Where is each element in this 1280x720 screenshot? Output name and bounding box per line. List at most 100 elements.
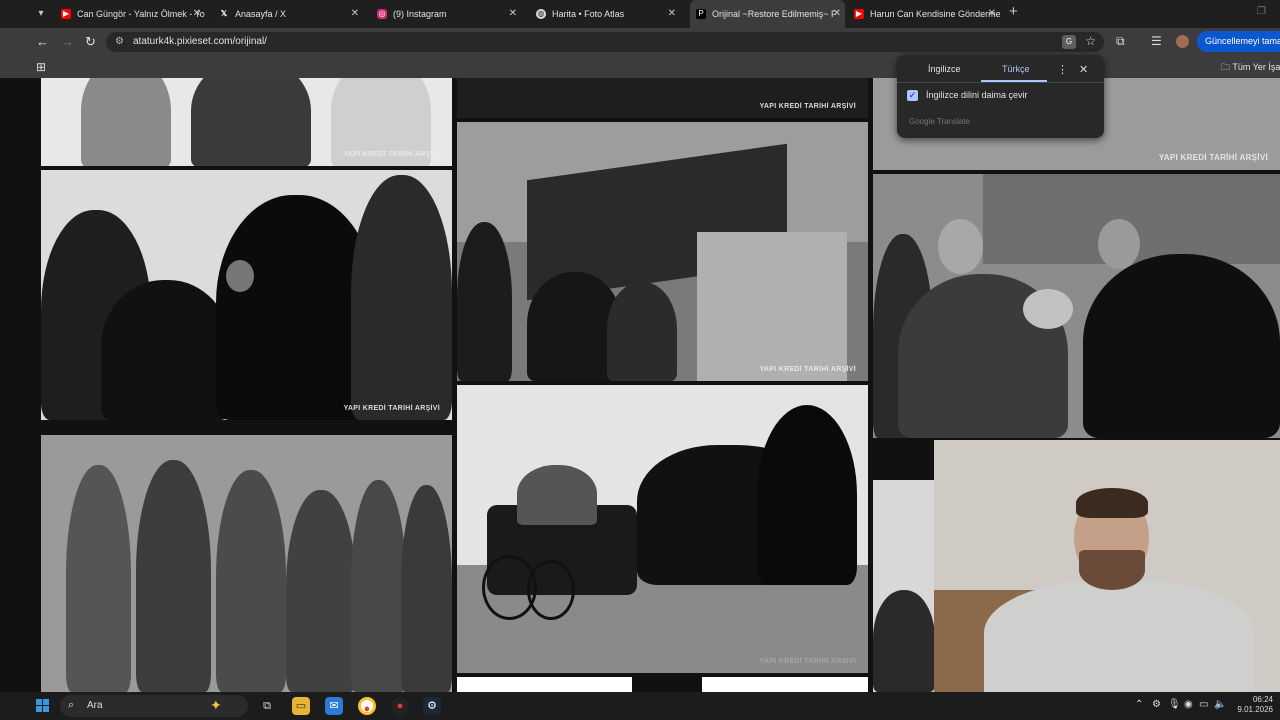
tab-title: Harita • Foto Atlas [552,9,625,19]
translate-tab-source[interactable]: İngilizce [928,64,961,74]
tab-title: (9) Instagram [393,9,447,19]
tray-app-icon[interactable]: ⚙ [1152,699,1161,710]
clock-date: 9.01.2026 [1237,705,1273,714]
task-view-icon[interactable]: ⧉ [258,697,276,715]
address-url[interactable]: ataturk4k.pixieset.com/orijinal/ [133,36,267,47]
x-icon: 𝕏 [220,9,228,18]
photo-hat [1023,289,1073,329]
close-tab-icon[interactable]: ✕ [193,0,201,28]
reading-list-icon[interactable]: ☰ [1151,34,1162,48]
gallery-photo-handshake[interactable] [873,174,1280,438]
tray-chevron-icon[interactable]: ⌃ [1135,699,1143,710]
close-tab-icon[interactable]: ✕ [988,0,996,28]
tab-youtube-can-gungor[interactable]: ▶ Can Güngör - Yalnız Ölmek - Yo ✕ [55,0,205,28]
youtube-icon: ▶ [854,9,864,19]
photo-watermark: YAPI KREDİ TARİHİ ARŞİVİ [759,658,856,665]
photo-figure-head [226,260,254,292]
close-tab-icon[interactable]: ✕ [351,0,359,28]
close-tab-icon[interactable]: ✕ [668,0,676,28]
photo-figure [216,470,286,692]
translate-popup: İngilizce Türkçe ⋮ ✕ ✓ İngilizce dilini … [897,55,1104,138]
minimize-window-icon[interactable]: ❐ [1257,6,1266,17]
google-translate-footer: Google Translate [909,117,970,126]
back-arrow-icon[interactable]: ← [36,34,49,50]
webcam-person-body [984,580,1254,698]
instagram-icon: ◎ [377,9,387,19]
gallery-photo-partial[interactable] [457,677,868,692]
photo-watermark: YAPI KREDİ TARİHİ ARŞİVİ [759,366,856,373]
app-icon[interactable]: ● [391,697,409,715]
apps-grid-icon[interactable]: ⊞ [36,60,46,74]
microphone-icon[interactable]: 🎙 [1168,699,1181,710]
tab-title: Can Güngör - Yalnız Ölmek - Yo [77,9,205,19]
profile-avatar[interactable] [1176,35,1189,48]
photo-figure [136,460,211,692]
tab-instagram[interactable]: ◎ (9) Instagram ✕ [371,0,521,28]
webcam-person-hair [1076,488,1148,518]
screen: ▾ ▶ Can Güngör - Yalnız Ölmek - Yo ✕ 𝕏 A… [0,0,1280,720]
more-options-icon[interactable]: ⋮ [1057,63,1068,76]
photo-figure [1083,254,1280,438]
translate-divider [897,82,1104,83]
photo-horse-head [757,405,857,585]
always-translate-checkbox[interactable]: ✓ [907,90,918,101]
photo-figure-head [938,219,983,274]
close-icon[interactable]: ✕ [1079,63,1088,76]
tab-title: Orijinal ~Restore Edilmemiş~ F [712,9,837,19]
chrome-icon[interactable]: ● [358,697,376,715]
new-tab-plus-icon[interactable]: + [1009,3,1018,20]
gallery-photo-ruined-house[interactable]: YAPI KREDİ TARİHİ ARŞİVİ [457,122,868,381]
taskbar-clock[interactable]: 06:24 9.01.2026 [1233,695,1273,715]
taskbar-search[interactable]: ⌕ Ara ✦ [60,695,248,717]
search-icon: ⌕ [68,699,75,711]
wifi-icon[interactable]: ◉ [1184,699,1193,710]
photo-figure [632,677,702,692]
photo-figure [81,78,171,166]
tab-orijinal-active[interactable]: P Orijinal ~Restore Edilmemiş~ F ✕ [690,0,845,28]
clock-time: 06:24 [1252,695,1273,704]
photo-figure [351,480,406,692]
photo-figure [191,78,311,166]
close-tab-icon[interactable]: ✕ [509,0,517,28]
forward-arrow-icon[interactable]: → [61,34,74,50]
bookmark-star-icon[interactable]: ☆ [1085,34,1096,48]
update-browser-button[interactable]: Güncellemeyi tamamla [1197,31,1280,52]
tab-x-home[interactable]: 𝕏 Anasayfa / X ✕ [213,0,363,28]
photo-house-wall [697,232,847,381]
windows-start-icon[interactable] [36,699,50,713]
gallery-photo-horse-carriage[interactable]: YAPI KREDİ TARİHİ ARŞİVİ [457,385,868,673]
translate-icon[interactable]: G [1062,35,1076,49]
display-icon[interactable]: ▭ [1199,699,1208,710]
webcam-overlay [934,440,1280,698]
address-bar[interactable]: ⚙ ataturk4k.pixieset.com/orijinal/ G ☆ [106,32,1104,52]
close-tab-icon[interactable]: ✕ [833,0,841,28]
volume-icon[interactable]: 🔈 [1214,699,1226,710]
outlook-icon[interactable]: ✉ [325,697,343,715]
photo-figure [401,485,452,692]
extensions-puzzle-icon[interactable]: ⧉ [1116,34,1125,49]
reload-icon[interactable]: ↻ [85,34,96,50]
folder-icon: 🗀 [1221,62,1231,72]
all-bookmarks-button[interactable]: 🗀 Tüm Yer İşar [1221,60,1280,76]
globe-icon: ◍ [536,9,546,19]
tab-search-icon[interactable]: ▾ [33,6,49,22]
gallery-photo-crowd[interactable]: YAPI KREDİ TARİHİ ARŞİVİ [41,170,452,420]
steam-icon[interactable]: ⚙ [423,697,441,715]
all-bookmarks-label: Tüm Yer İşar [1232,62,1280,72]
site-info-icon[interactable]: ⚙ [115,36,124,47]
photo-figure [351,175,452,420]
photo-watermark: YAPI KREDİ TARİHİ ARŞİVİ [759,103,856,110]
photo-watermark: YAPI KREDİ TARİHİ ARŞİVİ [343,151,440,158]
tab-strip: ▾ ▶ Can Güngör - Yalnız Ölmek - Yo ✕ 𝕏 A… [0,0,1280,28]
photo-figure [66,465,131,692]
gallery-photo-document[interactable]: YAPI KREDİ TARİHİ ARŞİVİ [457,78,868,118]
file-explorer-icon[interactable]: ▭ [292,697,310,715]
gallery-photo-soldiers[interactable] [41,435,452,692]
tab-youtube-harun-can[interactable]: ▶ Harun Can Kendisine Gönderme ✕ [848,0,1000,28]
tab-title: Anasayfa / X [235,9,287,19]
gallery-photo-officers-top[interactable]: YAPI KREDİ TARİHİ ARŞİVİ [41,78,452,166]
tab-foto-atlas[interactable]: ◍ Harita • Foto Atlas ✕ [530,0,680,28]
gallery-photo-partial-right[interactable] [873,480,935,692]
translate-tab-target[interactable]: Türkçe [1002,64,1030,74]
photo-figure [457,222,512,381]
